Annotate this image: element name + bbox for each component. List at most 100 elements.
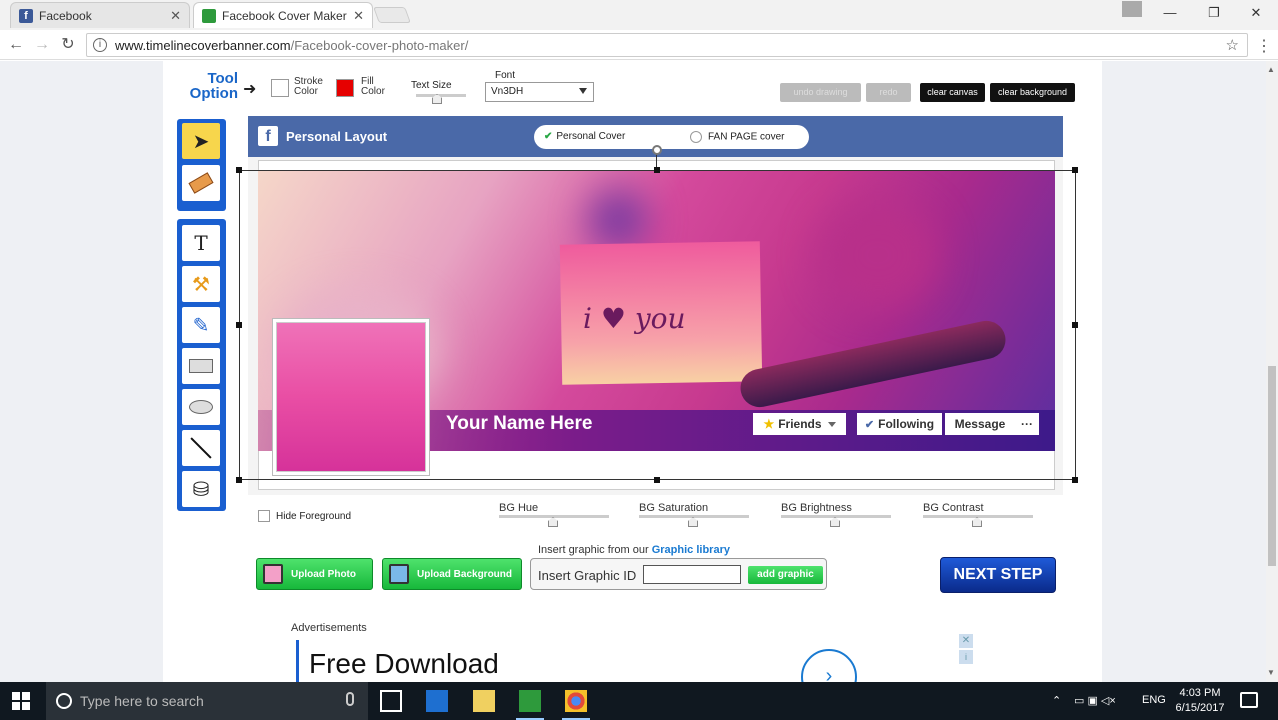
undo-button[interactable]: undo drawing: [780, 83, 861, 102]
fanpage-cover-label: FAN PAGE cover: [708, 131, 785, 143]
resize-handle-w[interactable]: [236, 322, 242, 328]
fill-label-2: Color: [361, 86, 385, 97]
clear-background-button[interactable]: clear background: [990, 83, 1075, 102]
upload-photo-button[interactable]: Upload Photo: [256, 558, 373, 590]
bg-brightness-label: BG Brightness: [781, 502, 852, 514]
text-tool-icon[interactable]: T: [182, 225, 220, 261]
rectangle-tool-icon[interactable]: [182, 348, 220, 384]
app-icon[interactable]: [426, 690, 448, 712]
resize-handle-se[interactable]: [1072, 477, 1078, 483]
line-tool-icon[interactable]: [182, 430, 220, 466]
resize-handle-nw[interactable]: [236, 167, 242, 173]
font-label: Font: [495, 70, 516, 81]
close-tab-icon[interactable]: ✕: [353, 8, 364, 24]
insert-graphic-panel: Insert Graphic ID add graphic: [530, 558, 827, 590]
windows-taskbar: Type here to search ⌃ ▭ ▣ ◁× ENG 4:03 PM…: [0, 682, 1278, 720]
restore-icon[interactable]: ❐: [1192, 0, 1236, 26]
tray-chevron-icon[interactable]: ⌃: [1052, 694, 1061, 707]
checkbox[interactable]: [258, 510, 270, 522]
add-graphic-button[interactable]: add graphic: [748, 566, 823, 584]
toolbox-draw-group: T ⚒ ✎ ⛁: [177, 219, 226, 511]
upload-background-button[interactable]: Upload Background: [382, 558, 522, 590]
bg-saturation-slider[interactable]: [639, 515, 749, 518]
taskbar-clock[interactable]: 4:03 PM 6/15/2017: [1170, 686, 1230, 716]
ad-headline[interactable]: Free Download: [309, 648, 499, 680]
chrome-icon[interactable]: [565, 690, 587, 712]
hide-foreground-checkbox[interactable]: Hide Foreground: [258, 510, 351, 522]
ad-close-icon[interactable]: ✕: [959, 634, 973, 648]
insert-graphic-caption: Insert graphic from our Graphic library: [538, 544, 730, 556]
upload-photo-label: Upload Photo: [291, 568, 356, 580]
pointer-tool-icon[interactable]: ➤: [182, 123, 220, 159]
graphic-id-input[interactable]: [643, 565, 741, 584]
photo-icon: [263, 564, 283, 584]
brush-tool-icon[interactable]: ✎: [182, 307, 220, 343]
file-explorer-icon[interactable]: [473, 690, 495, 712]
rotate-handle[interactable]: [652, 145, 662, 155]
fill-color-label: Fill Color: [361, 77, 385, 97]
resize-handle-s[interactable]: [654, 477, 660, 483]
windows-start-icon[interactable]: [12, 692, 30, 710]
font-select-value: Vn3DH: [491, 86, 524, 97]
scroll-thumb[interactable]: [1268, 366, 1276, 566]
scrollbar[interactable]: ▲ ▼: [1266, 61, 1278, 682]
ellipse-tool-icon[interactable]: [182, 389, 220, 425]
next-step-button[interactable]: NEXT STEP: [940, 557, 1056, 593]
personal-cover-option[interactable]: ✔ Personal Cover: [544, 131, 625, 142]
tab-facebook[interactable]: f Facebook ✕: [10, 2, 190, 28]
microphone-icon[interactable]: [346, 692, 354, 706]
user-profile-icon[interactable]: [1122, 1, 1142, 17]
minimize-icon[interactable]: —: [1148, 0, 1192, 26]
new-tab-button[interactable]: [373, 7, 411, 23]
ad-info-icon[interactable]: i: [959, 650, 973, 664]
bg-hue-slider[interactable]: [499, 515, 609, 518]
tool-option-title: Tool Option: [184, 71, 238, 101]
resize-handle-sw[interactable]: [236, 477, 242, 483]
tab-label: Facebook Cover Maker |: [222, 8, 350, 23]
camtasia-icon[interactable]: [519, 690, 541, 712]
ad-accent-line: [296, 640, 299, 682]
font-select[interactable]: Vn3DH: [485, 82, 594, 102]
fill-color-swatch[interactable]: [336, 79, 354, 97]
tab-label: Facebook: [39, 8, 92, 23]
insert-graphic-id-label: Insert Graphic ID: [538, 568, 637, 583]
tool-option-line2: Option: [189, 85, 238, 102]
stroke-color-swatch[interactable]: [271, 79, 289, 97]
forward-icon[interactable]: →: [32, 35, 52, 55]
back-icon[interactable]: ←: [6, 35, 26, 55]
fill-bucket-tool-icon[interactable]: ⛁: [182, 471, 220, 507]
cover-type-toggle[interactable]: ✔ Personal Cover FAN PAGE cover: [534, 125, 809, 149]
selection-box[interactable]: [239, 170, 1076, 480]
info-icon[interactable]: i: [93, 38, 107, 52]
scroll-up-icon[interactable]: ▲: [1267, 65, 1275, 74]
resize-handle-n[interactable]: [654, 167, 660, 173]
reload-icon[interactable]: ↻: [58, 35, 78, 55]
fanpage-cover-option[interactable]: FAN PAGE cover: [690, 131, 785, 143]
bg-saturation-label: BG Saturation: [639, 502, 709, 514]
url-input[interactable]: i www.timelinecoverbanner.com/Facebook-c…: [86, 33, 1248, 57]
insert-from-text: Insert graphic from our: [538, 544, 652, 556]
task-view-icon[interactable]: [380, 690, 402, 712]
tray-icons[interactable]: ▭ ▣ ◁×: [1074, 694, 1116, 707]
language-indicator[interactable]: ENG: [1142, 694, 1166, 706]
bookmark-star-icon[interactable]: ☆: [1226, 36, 1239, 54]
bg-contrast-slider[interactable]: [923, 515, 1033, 518]
notification-center-icon[interactable]: [1240, 692, 1258, 708]
close-window-icon[interactable]: ✕: [1234, 0, 1278, 26]
clear-canvas-button[interactable]: clear canvas: [920, 83, 985, 102]
redo-button[interactable]: redo: [866, 83, 911, 102]
graphic-library-link[interactable]: Graphic library: [652, 544, 730, 556]
scroll-down-icon[interactable]: ▼: [1267, 668, 1275, 677]
resize-handle-ne[interactable]: [1072, 167, 1078, 173]
close-tab-icon[interactable]: ✕: [170, 8, 181, 24]
browser-menu-icon[interactable]: ⋮: [1256, 36, 1272, 56]
taskbar-search-input[interactable]: Type here to search: [46, 682, 368, 720]
bg-brightness-slider[interactable]: [781, 515, 891, 518]
resize-handle-e[interactable]: [1072, 322, 1078, 328]
tab-cover-maker[interactable]: Facebook Cover Maker | ✕: [193, 2, 373, 28]
chevron-down-icon: [579, 88, 587, 94]
eraser-tool-icon[interactable]: [182, 165, 220, 201]
hammer-tool-icon[interactable]: ⚒: [182, 266, 220, 302]
text-size-label: Text Size: [411, 80, 452, 91]
text-size-slider[interactable]: [416, 94, 466, 97]
